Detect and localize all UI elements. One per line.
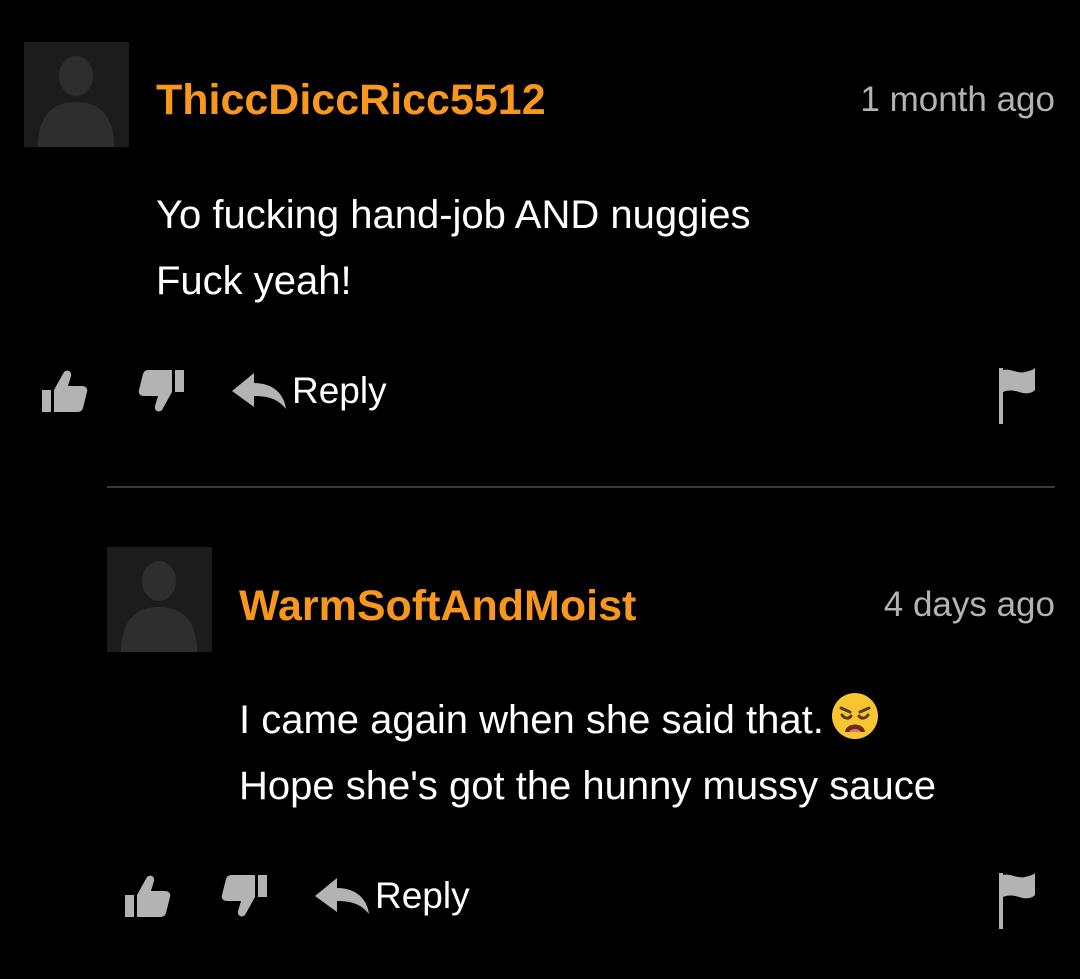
comment-line-text: I came again when she said that. xyxy=(239,698,824,742)
weary-face-emoji-icon xyxy=(831,693,878,739)
comment-actions: Reply xyxy=(24,362,1055,424)
reply-label: Reply xyxy=(292,370,387,411)
username[interactable]: WarmSoftAndMoist xyxy=(239,581,636,631)
flag-icon[interactable] xyxy=(997,873,1037,929)
reply-label: Reply xyxy=(375,875,470,916)
thumbs-down-icon[interactable] xyxy=(219,871,269,921)
comment: WarmSoftAndMoist 4 days ago I came again… xyxy=(107,547,1055,937)
avatar[interactable] xyxy=(24,42,129,147)
reply-arrow-icon xyxy=(315,878,369,914)
comment-line: I came again when she said that. xyxy=(239,687,936,753)
reply-button[interactable]: Reply xyxy=(315,874,470,918)
timestamp: 4 days ago xyxy=(883,585,1055,624)
comment-actions: Reply xyxy=(107,867,1055,929)
reply-button[interactable]: Reply xyxy=(232,369,387,413)
comment-line: Fuck yeah! xyxy=(156,259,352,303)
username[interactable]: ThiccDiccRicc5512 xyxy=(156,75,546,125)
avatar-placeholder-icon xyxy=(107,547,212,652)
reply-arrow-icon xyxy=(232,373,286,409)
thumbs-up-icon[interactable] xyxy=(40,366,90,416)
comment-body: I came again when she said that. Hope sh… xyxy=(239,687,936,819)
comment-line: Hope she's got the hunny mussy sauce xyxy=(239,764,936,808)
comment-line: Yo fucking hand-job AND nuggies xyxy=(156,193,751,237)
timestamp: 1 month ago xyxy=(860,80,1055,119)
comment-body: Yo fucking hand-job AND nuggies Fuck yea… xyxy=(156,182,751,314)
flag-icon[interactable] xyxy=(997,368,1037,424)
thumbs-down-icon[interactable] xyxy=(136,366,186,416)
comment: ThiccDiccRicc5512 1 month ago Yo fucking… xyxy=(24,42,1055,432)
avatar-placeholder-icon xyxy=(24,42,129,147)
thumbs-up-icon[interactable] xyxy=(123,871,173,921)
avatar[interactable] xyxy=(107,547,212,652)
divider xyxy=(107,486,1055,488)
